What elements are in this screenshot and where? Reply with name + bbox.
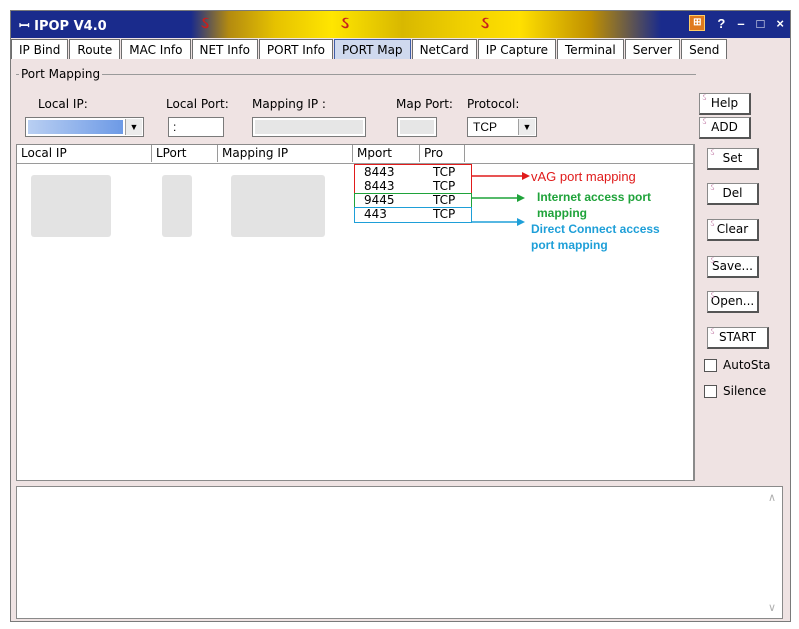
group-divider xyxy=(16,74,696,75)
tab-ip-bind[interactable]: IP Bind xyxy=(11,39,69,59)
port-mapping-group-label: Port Mapping xyxy=(19,67,103,81)
log-output-area[interactable]: ∧ ∨ xyxy=(16,486,783,619)
mapping-ip-value xyxy=(255,120,363,134)
swirl-ornament-icon: ઽ xyxy=(201,13,209,32)
save-button[interactable]: ઽ Save... xyxy=(707,256,759,278)
local-ip-selection xyxy=(28,120,123,134)
swirl-ornament-icon: ઽ xyxy=(341,13,349,32)
map-port-label: Map Port: xyxy=(396,97,453,111)
protocol-value: TCP xyxy=(473,120,497,134)
help-button[interactable]: ઽ Help xyxy=(699,93,751,115)
tab-ip-capture[interactable]: IP Capture xyxy=(477,39,557,59)
silence-box[interactable] xyxy=(704,384,717,398)
open-button-label: Open... xyxy=(710,294,755,308)
clear-button-label: Clear xyxy=(716,222,749,236)
save-button-label: Save... xyxy=(712,259,753,273)
local-port-label: Local Port: xyxy=(166,97,229,111)
tab-send[interactable]: Send xyxy=(681,39,728,59)
direct-annotation-line2: port mapping xyxy=(531,238,608,252)
map-port-value xyxy=(400,120,434,134)
clear-button[interactable]: ઽ Clear xyxy=(707,219,759,241)
tab-mac-info[interactable]: MAC Info xyxy=(121,39,191,59)
mapping-ip-input[interactable] xyxy=(252,117,366,137)
autosta-checkbox[interactable]: AutoSta xyxy=(704,358,771,372)
mapping-ip-label: Mapping IP : xyxy=(252,97,326,111)
internet-annotation-line2: mapping xyxy=(537,206,587,220)
window-controls: ⊞ ? – □ × xyxy=(689,15,784,31)
maximize-button[interactable]: □ xyxy=(757,16,765,31)
silence-checkbox[interactable]: Silence xyxy=(704,384,766,398)
ipop-window: ઽ ઽ ઽ ꟷ IPOP V4.0 ⊞ ? – □ × IP Bind Rout… xyxy=(10,10,791,622)
side-panel-divider xyxy=(694,144,695,481)
tab-netcard[interactable]: NetCard xyxy=(411,39,477,59)
add-button[interactable]: ઽ ADD xyxy=(699,117,751,139)
local-ip-label: Local IP: xyxy=(38,97,88,111)
swirl-ornament-icon: ઽ xyxy=(481,13,489,32)
internet-annotation-line1: Internet access port xyxy=(537,190,652,204)
vag-arrowhead-icon xyxy=(522,172,530,180)
local-port-input[interactable]: : xyxy=(168,117,224,137)
scroll-down-icon[interactable]: ∨ xyxy=(768,601,776,614)
autosta-box[interactable] xyxy=(704,358,717,372)
tab-bar: IP Bind Route MAC Info NET Info PORT Inf… xyxy=(11,39,790,61)
port-mapping-list[interactable]: Local IP LPort Mapping IP Mport Pro 8443… xyxy=(16,144,694,481)
del-button-label: Del xyxy=(722,186,743,200)
app-grid-icon[interactable]: ⊞ xyxy=(689,15,706,31)
del-button[interactable]: ઽ Del xyxy=(707,183,759,205)
protocol-select[interactable]: TCP ▼ xyxy=(467,117,537,137)
tab-port-map[interactable]: PORT Map xyxy=(333,39,411,59)
button-ornament-icon: ઽ xyxy=(702,93,707,103)
tab-server[interactable]: Server xyxy=(624,39,681,59)
button-ornament-icon: ઽ xyxy=(710,256,715,266)
dropdown-arrow-icon[interactable]: ▼ xyxy=(125,119,142,135)
autosta-label: AutoSta xyxy=(723,358,771,372)
help-window-button[interactable]: ? xyxy=(717,16,725,31)
direct-annotation-line1: Direct Connect access xyxy=(531,222,660,236)
add-button-label: ADD xyxy=(711,120,738,134)
set-button-label: Set xyxy=(722,151,743,165)
start-button[interactable]: ઽ START xyxy=(707,327,769,349)
start-button-label: START xyxy=(718,330,757,344)
open-button[interactable]: ઽ Open... xyxy=(707,291,759,313)
minimize-button[interactable]: – xyxy=(737,16,744,31)
button-ornament-icon: ઽ xyxy=(710,291,715,301)
direct-arrowhead-icon xyxy=(517,218,525,226)
button-ornament-icon: ઽ xyxy=(710,148,715,158)
protocol-label: Protocol: xyxy=(467,97,520,111)
map-port-input[interactable] xyxy=(397,117,437,137)
scroll-up-icon[interactable]: ∧ xyxy=(768,491,776,504)
title-bar: ઽ ઽ ઽ ꟷ IPOP V4.0 ⊞ ? – □ × xyxy=(11,11,790,38)
window-title-text: IPOP V4.0 xyxy=(34,19,107,34)
tab-net-info[interactable]: NET Info xyxy=(191,39,258,59)
button-ornament-icon: ઽ xyxy=(702,117,707,127)
set-button[interactable]: ઽ Set xyxy=(707,148,759,170)
app-menu-icon[interactable]: ꟷ xyxy=(19,19,30,34)
window-title: ꟷ IPOP V4.0 xyxy=(19,16,107,34)
tab-port-info[interactable]: PORT Info xyxy=(258,39,333,59)
help-button-label: Help xyxy=(710,96,739,110)
internet-arrowhead-icon xyxy=(517,194,525,202)
button-ornament-icon: ઽ xyxy=(710,219,715,229)
silence-label: Silence xyxy=(723,384,767,398)
local-ip-combo[interactable]: ▼ xyxy=(25,117,144,137)
title-bar-ornament xyxy=(191,11,661,38)
close-button[interactable]: × xyxy=(776,16,784,31)
local-port-value: : xyxy=(173,120,177,134)
vag-annotation: vAG port mapping xyxy=(531,169,636,184)
tab-route[interactable]: Route xyxy=(69,39,121,59)
tab-terminal[interactable]: Terminal xyxy=(557,39,624,59)
button-ornament-icon: ઽ xyxy=(710,183,715,193)
dropdown-arrow-icon[interactable]: ▼ xyxy=(518,119,535,135)
button-ornament-icon: ઽ xyxy=(710,327,715,337)
